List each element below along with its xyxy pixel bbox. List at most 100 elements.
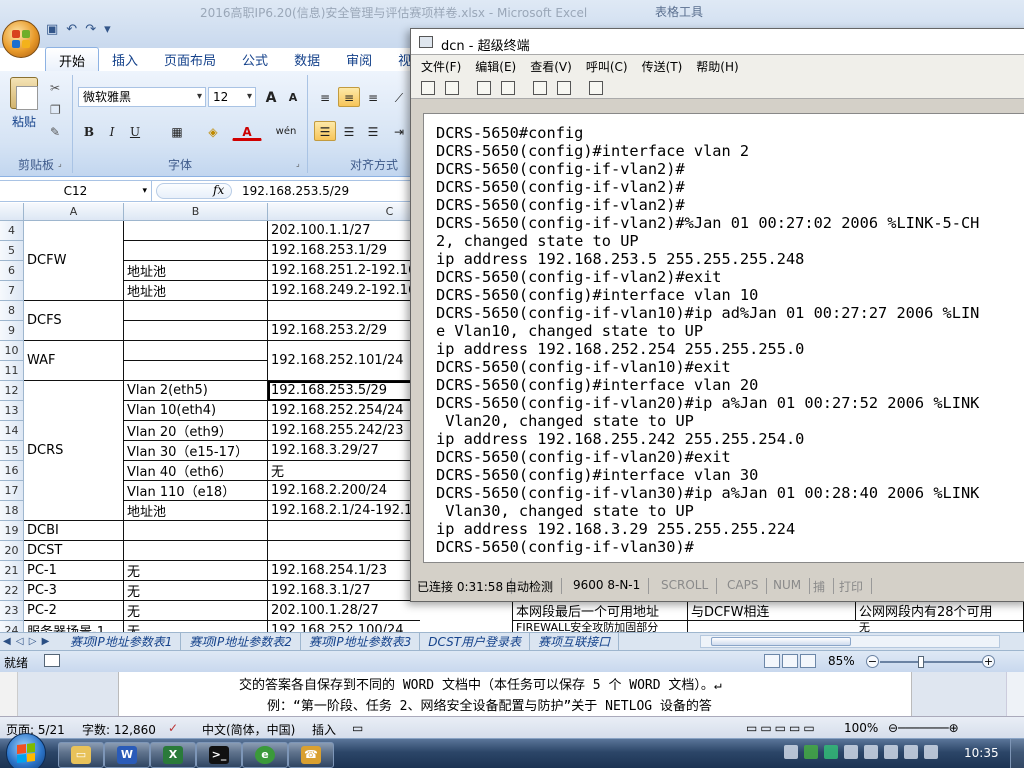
cell-b13[interactable]: Vlan 10(eth4): [124, 401, 268, 421]
align-center-icon[interactable]: ☰: [338, 121, 360, 141]
row-header[interactable]: 22: [0, 581, 24, 601]
cell-c6[interactable]: 192.168.251.2-192.168: [268, 261, 420, 281]
cell-device-dcst[interactable]: DCST: [24, 541, 124, 561]
menu-edit[interactable]: 编辑(E): [475, 58, 516, 75]
cell-c16[interactable]: 无: [268, 461, 420, 481]
cell-c4[interactable]: 202.100.1.1/27: [268, 221, 420, 241]
taskbar-word[interactable]: W: [104, 742, 150, 768]
align-bottom-icon[interactable]: ≡: [362, 87, 384, 107]
row-header[interactable]: 10: [0, 341, 24, 361]
cell-b8[interactable]: [124, 301, 268, 321]
cell-b11[interactable]: [124, 361, 268, 381]
row-header[interactable]: 11: [0, 361, 24, 381]
page-layout-view-icon[interactable]: [782, 654, 798, 668]
grow-font-button[interactable]: A: [260, 87, 282, 107]
cell-device-pc1[interactable]: PC-1: [24, 561, 124, 581]
zoom-knob[interactable]: [918, 656, 924, 668]
new-connection-icon[interactable]: [421, 80, 435, 95]
cell-e23[interactable]: 与DCFW相连: [688, 601, 856, 621]
copy-icon[interactable]: ❐: [50, 103, 61, 117]
language-indicator[interactable]: 中文(简体，中国): [202, 721, 295, 738]
cell-d23[interactable]: 本网段最后一个可用地址: [512, 601, 688, 621]
row-header[interactable]: 8: [0, 301, 24, 321]
tray-icon[interactable]: [884, 745, 898, 759]
align-left-icon[interactable]: ☰: [314, 121, 336, 141]
cell-c23[interactable]: 202.100.1.28/27: [268, 601, 420, 621]
sheet-tab-dcst-login[interactable]: DCST用户登录表: [420, 633, 531, 650]
macro-record-icon[interactable]: [44, 654, 60, 667]
shrink-font-button[interactable]: A: [282, 87, 304, 107]
cell-c8[interactable]: [268, 301, 420, 321]
taskbar-explorer[interactable]: ▭: [58, 742, 104, 768]
menu-view[interactable]: 查看(V): [530, 58, 572, 75]
cell-c19[interactable]: [268, 521, 420, 541]
shield-icon[interactable]: [824, 745, 838, 759]
row-header[interactable]: 20: [0, 541, 24, 561]
save-icon[interactable]: ▣: [46, 22, 58, 37]
cell-device-waf[interactable]: WAF: [24, 341, 124, 381]
terminal-titlebar[interactable]: dcn - 超级终端: [411, 29, 1024, 55]
undo-icon[interactable]: ↶: [66, 22, 77, 37]
cell-b9[interactable]: [124, 321, 268, 341]
cell-f23[interactable]: 公网网段内有28个可用: [856, 601, 1024, 621]
row-header[interactable]: 6: [0, 261, 24, 281]
send-icon[interactable]: [533, 80, 547, 95]
cell-b14[interactable]: Vlan 20（eth9）: [124, 421, 268, 441]
cell-b4[interactable]: [124, 221, 268, 241]
tray-icon[interactable]: [844, 745, 858, 759]
disconnect-icon[interactable]: [477, 80, 491, 95]
row-header[interactable]: 23: [0, 601, 24, 621]
cell-device-pc2[interactable]: PC-2: [24, 601, 124, 621]
receive-icon[interactable]: [557, 80, 571, 95]
orientation-icon[interactable]: ⟋: [388, 87, 410, 107]
row-header[interactable]: 16: [0, 461, 24, 481]
column-header-c[interactable]: C: [268, 203, 420, 221]
cell-b16[interactable]: Vlan 40（eth6）: [124, 461, 268, 481]
font-launcher-icon[interactable]: ⌟: [296, 159, 300, 168]
bold-button[interactable]: B: [78, 121, 100, 141]
formula-input[interactable]: 192.168.253.5/29: [242, 184, 349, 198]
row-header[interactable]: 5: [0, 241, 24, 261]
cell-b17[interactable]: Vlan 110（e18）: [124, 481, 268, 501]
cell-c20[interactable]: [268, 541, 420, 561]
format-painter-icon[interactable]: ✎: [50, 125, 60, 139]
cell-b15[interactable]: Vlan 30（e15-17）: [124, 441, 268, 461]
zoom-level[interactable]: 85%: [828, 654, 855, 668]
word-vertical-scrollbar[interactable]: [1006, 672, 1024, 716]
sheet-tab-1[interactable]: 赛项IP地址参数表1: [62, 633, 182, 650]
row-header[interactable]: 9: [0, 321, 24, 341]
cell-device-pc3[interactable]: PC-3: [24, 581, 124, 601]
cell-c21[interactable]: 192.168.254.1/23: [268, 561, 420, 581]
tab-insert[interactable]: 插入: [99, 47, 151, 71]
cell-b20[interactable]: [124, 541, 268, 561]
properties-icon[interactable]: [589, 80, 603, 95]
cell-c14[interactable]: 192.168.255.242/23: [268, 421, 420, 441]
cell-c15[interactable]: 192.168.3.29/27: [268, 441, 420, 461]
terminal-screen[interactable]: DCRS-5650#config DCRS-5650(config)#interf…: [423, 113, 1024, 563]
tab-data[interactable]: 数据: [281, 47, 333, 71]
font-name-combo[interactable]: 微软雅黑: [78, 87, 206, 107]
row-header[interactable]: 15: [0, 441, 24, 461]
indent-icon[interactable]: ⇥: [388, 121, 410, 141]
sheet-tab-2[interactable]: 赛项IP地址参数表2: [181, 633, 301, 650]
proofing-icon[interactable]: ✓: [168, 721, 178, 735]
cell-b22[interactable]: 无: [124, 581, 268, 601]
word-zoom-slider[interactable]: ⊖───────⊕: [888, 721, 959, 735]
redo-icon[interactable]: ↷: [85, 22, 96, 37]
zoom-in-icon[interactable]: +: [982, 655, 995, 668]
cell-b10[interactable]: [124, 341, 268, 361]
insert-mode[interactable]: 插入: [312, 721, 336, 738]
paste-button[interactable]: 粘贴: [6, 77, 42, 143]
menu-file[interactable]: 文件(F): [421, 58, 461, 75]
cell-c17[interactable]: 192.168.2.200/24: [268, 481, 420, 501]
zoom-out-icon[interactable]: −: [866, 655, 879, 668]
tab-page-layout[interactable]: 页面布局: [151, 47, 229, 71]
cell-b23[interactable]: 无: [124, 601, 268, 621]
tray-icon[interactable]: [804, 745, 818, 759]
start-button[interactable]: [6, 733, 46, 768]
borders-icon[interactable]: ▦: [162, 121, 192, 141]
sheet-tab-3[interactable]: 赛项IP地址参数表3: [301, 633, 421, 650]
taskbar-excel[interactable]: X: [150, 742, 196, 768]
row-header[interactable]: 7: [0, 281, 24, 301]
word-page[interactable]: 交的答案各自保存到不同的 WORD 文档中（本任务可以保存 5 个 WORD 文…: [118, 672, 912, 716]
